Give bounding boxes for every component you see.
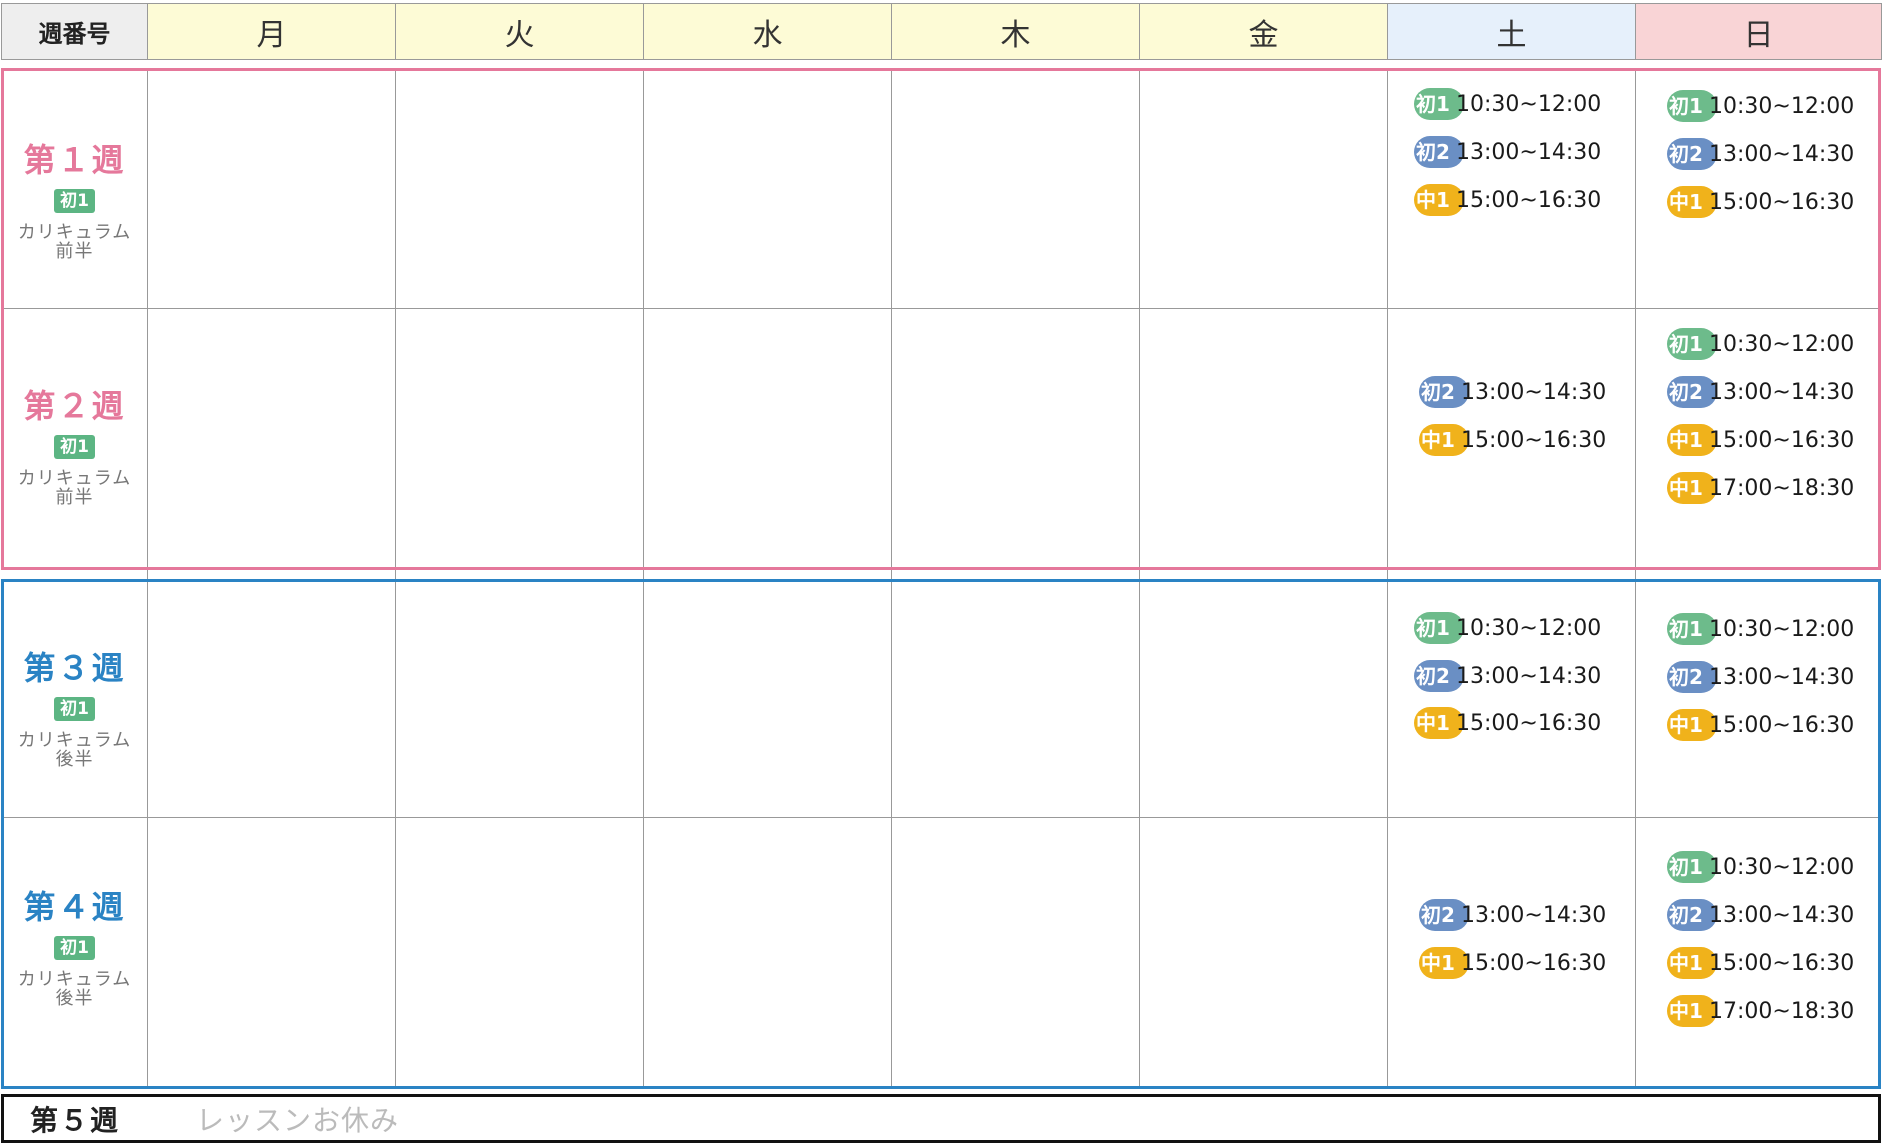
header-wednesday: 水 [643, 3, 892, 60]
level-badge: 初1 [54, 189, 95, 213]
curriculum-line: カリキュラム [17, 468, 132, 489]
lesson-slot: 初1 10:30~12:00 [1667, 613, 1855, 645]
lesson-slot: 初1 10:30~12:00 [1414, 612, 1602, 644]
lesson-time: 13:00~14:30 [1709, 664, 1855, 690]
header-friday: 金 [1139, 3, 1388, 60]
header-tuesday: 火 [395, 3, 644, 60]
lesson-slot: 中1 17:00~18:30 [1667, 995, 1855, 1027]
lesson-slot: 初2 13:00~14:30 [1667, 376, 1855, 408]
week-2-label: 第２週 初1 カリキュラム 前半 [3, 381, 146, 507]
lesson-slot: 中1 15:00~16:30 [1419, 947, 1607, 979]
header-thursday: 木 [891, 3, 1140, 60]
curriculum-line: 前半 [55, 241, 94, 262]
curriculum-line: カリキュラム [17, 969, 132, 990]
lesson-time: 10:30~12:00 [1709, 331, 1855, 357]
lesson-time: 13:00~14:30 [1709, 902, 1855, 928]
lesson-time: 10:30~12:00 [1709, 616, 1855, 642]
lesson-slot: 初2 13:00~14:30 [1667, 899, 1855, 931]
header-week-number: 週番号 [1, 3, 148, 60]
lesson-slot: 中1 15:00~16:30 [1414, 707, 1602, 739]
curriculum-note: カリキュラム 前半 [3, 223, 146, 261]
lesson-time: 15:00~16:30 [1709, 189, 1855, 215]
curriculum-note: カリキュラム 後半 [3, 970, 146, 1008]
curriculum-line: カリキュラム [17, 222, 132, 243]
header-monday: 月 [147, 3, 396, 60]
lesson-slot: 初2 13:00~14:30 [1419, 376, 1607, 408]
lesson-time: 15:00~16:30 [1709, 712, 1855, 738]
curriculum-note: カリキュラム 後半 [3, 731, 146, 769]
lesson-slot: 中1 15:00~16:30 [1667, 186, 1855, 218]
week-4-label: 第４週 初1 カリキュラム 後半 [3, 882, 146, 1008]
lesson-time: 15:00~16:30 [1461, 427, 1607, 453]
lesson-time: 10:30~12:00 [1456, 91, 1602, 117]
curriculum-line: 前半 [55, 487, 94, 508]
lesson-slot: 初1 10:30~12:00 [1414, 88, 1602, 120]
level-badge: 初1 [54, 936, 95, 960]
lesson-slot: 中1 15:00~16:30 [1414, 184, 1602, 216]
lesson-time: 10:30~12:00 [1456, 615, 1602, 641]
second-half-group [1, 579, 1881, 1089]
lesson-slot: 初2 13:00~14:30 [1667, 138, 1855, 170]
week-5-row: 第５週 レッスンお休み [1, 1094, 1881, 1143]
week-title: 第３週 [23, 649, 126, 687]
lesson-slot: 中1 17:00~18:30 [1667, 472, 1855, 504]
lesson-slot: 中1 15:00~16:30 [1667, 424, 1855, 456]
lesson-slot: 初1 10:30~12:00 [1667, 851, 1855, 883]
lesson-time: 13:00~14:30 [1456, 663, 1602, 689]
lesson-time: 10:30~12:00 [1709, 93, 1855, 119]
header-sunday: 日 [1635, 3, 1882, 60]
week-title: 第１週 [23, 141, 126, 179]
header-saturday: 土 [1387, 3, 1636, 60]
lesson-time: 13:00~14:30 [1461, 902, 1607, 928]
lesson-slot: 中1 15:00~16:30 [1667, 947, 1855, 979]
lesson-time: 15:00~16:30 [1709, 950, 1855, 976]
curriculum-note: カリキュラム 前半 [3, 469, 146, 507]
week-title: 第４週 [23, 888, 126, 926]
lesson-slot: 初2 13:00~14:30 [1419, 899, 1607, 931]
level-badge: 初1 [54, 435, 95, 459]
lesson-time: 13:00~14:30 [1456, 139, 1602, 165]
week-title: 第２週 [23, 387, 126, 425]
lesson-slot: 中1 15:00~16:30 [1667, 709, 1855, 741]
lesson-time: 13:00~14:30 [1461, 379, 1607, 405]
lesson-time: 17:00~18:30 [1709, 475, 1855, 501]
lesson-slot: 初2 13:00~14:30 [1667, 661, 1855, 693]
lesson-time: 15:00~16:30 [1461, 950, 1607, 976]
curriculum-line: 後半 [55, 749, 94, 770]
curriculum-line: カリキュラム [17, 730, 132, 751]
lesson-time: 15:00~16:30 [1709, 427, 1855, 453]
lesson-slot: 初2 13:00~14:30 [1414, 136, 1602, 168]
lesson-time: 15:00~16:30 [1456, 710, 1602, 736]
lesson-time: 13:00~14:30 [1709, 141, 1855, 167]
week-1-label: 第１週 初1 カリキュラム 前半 [3, 135, 146, 261]
curriculum-line: 後半 [55, 988, 94, 1009]
no-lesson-note: レッスンお休み [196, 1103, 400, 1137]
lesson-time: 13:00~14:30 [1709, 379, 1855, 405]
lesson-time: 10:30~12:00 [1709, 854, 1855, 880]
lesson-slot: 初1 10:30~12:00 [1667, 328, 1855, 360]
level-badge: 初1 [54, 697, 95, 721]
week-3-label: 第３週 初1 カリキュラム 後半 [3, 643, 146, 769]
lesson-time: 17:00~18:30 [1709, 998, 1855, 1024]
week-5-title: 第５週 [30, 1103, 121, 1137]
lesson-time: 15:00~16:30 [1456, 187, 1602, 213]
lesson-slot: 中1 15:00~16:30 [1419, 424, 1607, 456]
lesson-slot: 初2 13:00~14:30 [1414, 660, 1602, 692]
lesson-slot: 初1 10:30~12:00 [1667, 90, 1855, 122]
